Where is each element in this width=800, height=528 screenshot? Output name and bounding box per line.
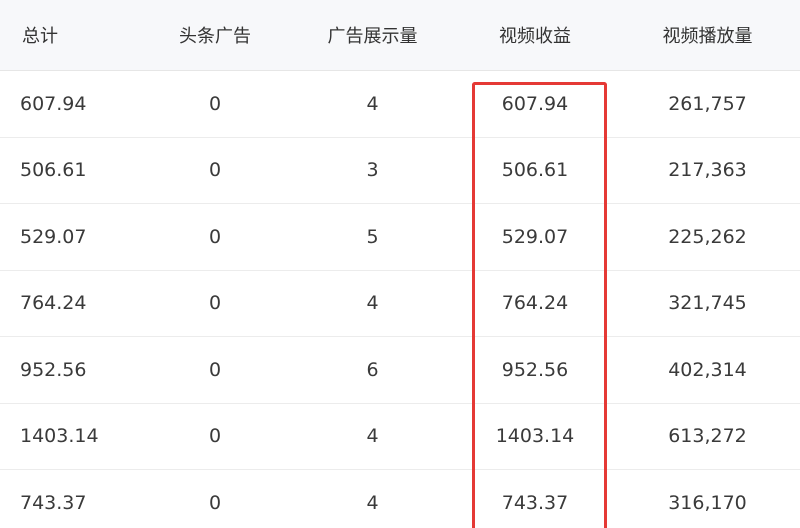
table-row: 952.56 0 6 952.56 402,314 [0, 337, 800, 404]
cell-toutiao-ads: 0 [208, 358, 222, 381]
cell-ad-impressions: 3 [366, 159, 379, 182]
table-row: 607.94 0 4 607.94 261,757 [0, 71, 800, 138]
table-row: 764.24 0 4 764.24 321,745 [0, 270, 800, 337]
column-header-total[interactable]: 总计 [0, 0, 100, 70]
cell-toutiao-ads: 0 [208, 491, 222, 514]
cell-total: 1403.14 [20, 425, 99, 448]
cell-total: 529.07 [20, 225, 87, 248]
cell-toutiao-ads: 0 [208, 292, 222, 315]
column-header-video-revenue[interactable]: 视频收益 [460, 0, 610, 70]
cell-video-revenue: 1403.14 [495, 425, 575, 448]
cell-ad-impressions: 4 [366, 292, 379, 315]
cell-video-views: 225,262 [668, 225, 747, 248]
table-row: 506.61 0 3 506.61 217,363 [0, 137, 800, 204]
data-table: 总计 头条广告 广告展示量 视频收益 视频播放量 607.94 0 4 607.… [0, 0, 800, 528]
cell-video-views: 261,757 [668, 92, 747, 115]
cell-ad-impressions: 6 [366, 358, 379, 381]
cell-video-views: 402,314 [668, 358, 747, 381]
cell-toutiao-ads: 0 [208, 225, 222, 248]
cell-total: 743.37 [20, 491, 87, 514]
cell-total: 764.24 [20, 292, 87, 315]
cell-video-revenue: 607.94 [501, 92, 569, 115]
table-header: 总计 头条广告 广告展示量 视频收益 视频播放量 [0, 0, 800, 71]
cell-video-revenue: 743.37 [501, 491, 569, 514]
cell-ad-impressions: 4 [366, 491, 379, 514]
column-header-toutiao-ads[interactable]: 头条广告 [140, 0, 290, 70]
cell-toutiao-ads: 0 [208, 159, 222, 182]
cell-video-revenue: 506.61 [501, 159, 569, 182]
cell-toutiao-ads: 0 [208, 92, 222, 115]
cell-video-revenue: 529.07 [501, 225, 569, 248]
table-row: 743.37 0 4 743.37 316,170 [0, 470, 800, 528]
cell-total: 506.61 [20, 159, 87, 182]
cell-total: 607.94 [20, 92, 87, 115]
cell-ad-impressions: 4 [366, 425, 379, 448]
cell-video-revenue: 764.24 [501, 292, 569, 315]
column-header-video-views[interactable]: 视频播放量 [615, 0, 800, 70]
cell-video-views: 217,363 [668, 159, 747, 182]
cell-video-views: 613,272 [668, 425, 747, 448]
table-row: 529.07 0 5 529.07 225,262 [0, 204, 800, 271]
cell-ad-impressions: 5 [366, 225, 379, 248]
cell-video-views: 316,170 [668, 491, 747, 514]
cell-video-views: 321,745 [668, 292, 747, 315]
cell-ad-impressions: 4 [366, 92, 379, 115]
table-row: 1403.14 0 4 1403.14 613,272 [0, 403, 800, 470]
cell-toutiao-ads: 0 [208, 425, 222, 448]
column-header-ad-impressions[interactable]: 广告展示量 [295, 0, 450, 70]
cell-video-revenue: 952.56 [501, 358, 569, 381]
cell-total: 952.56 [20, 358, 87, 381]
